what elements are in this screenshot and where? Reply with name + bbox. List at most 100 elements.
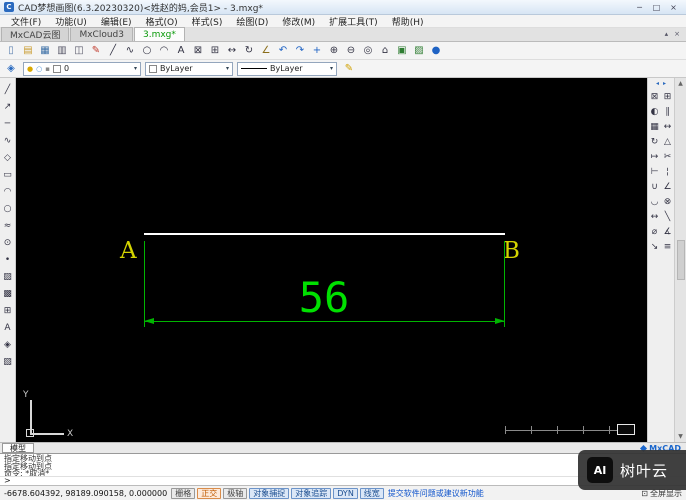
panel-collapse-left-icon[interactable]: ◂ [656,80,659,89]
scroll-up-icon[interactable]: ▲ [678,80,683,87]
draw-tool-point[interactable]: • [1,253,14,266]
toolbar-icon-viewport[interactable]: ▣ [394,43,410,58]
draw-tool-polyline[interactable]: ∿ [1,134,14,147]
drawing-canvas[interactable]: A B 56 Y X [16,78,647,442]
color-dropdown[interactable]: ByLayer ▾ [145,61,233,76]
draw-tool-circle[interactable]: ○ [1,202,14,215]
linetype-dropdown[interactable]: ByLayer ▾ [237,61,337,76]
document-tab-3mxg[interactable]: 3.mxg* [134,27,185,41]
modify-tool-scale[interactable]: △ [662,136,674,148]
modify-tool-break[interactable]: ¦ [662,166,674,178]
draw-tool-region[interactable]: ▩ [1,287,14,300]
draw-tool-mtext[interactable]: A [1,321,14,334]
toolbar-icon-save[interactable]: ▦ [37,43,53,58]
minimize-button[interactable]: ─ [631,1,648,13]
menu-item[interactable]: 样式(S) [185,15,230,28]
modify-tool-stretch[interactable]: ↦ [649,151,661,163]
status-toggle-otrack[interactable]: 对象追踪 [291,487,332,499]
draw-tool-arc[interactable]: ◠ [1,185,14,198]
menu-item[interactable]: 扩展工具(T) [322,15,385,28]
toolbar-icon-print-preview[interactable]: ◫ [71,43,87,58]
panel-scrollbar[interactable]: ▲ ▼ [674,78,686,442]
modify-tool-dim-radius[interactable]: ⌀ [649,226,661,238]
draworder-pencil-icon[interactable]: ✎ [341,61,357,76]
modify-tool-move[interactable]: ↔ [662,121,674,133]
panel-collapse-right-icon[interactable]: ▸ [663,80,666,89]
menu-item[interactable]: 文件(F) [4,15,48,28]
draw-tool-ellipse[interactable]: ⊙ [1,236,14,249]
collapse-tabs-icon[interactable]: ▴ [665,30,669,38]
toolbar-icon-circle[interactable]: ○ [139,43,155,58]
toolbar-icon-print[interactable]: ▥ [54,43,70,58]
document-tab-mxcad-cloud[interactable]: MxCAD云图 [1,27,70,41]
status-toggle-grid[interactable]: 栅格 [171,487,196,499]
modify-tool-dim-linear[interactable]: ↔ [649,211,661,223]
modify-tool-fillet[interactable]: ◡ [649,196,661,208]
toolbar-icon-cloud-sync[interactable]: ● [428,43,444,58]
toolbar-icon-text[interactable]: A [173,43,189,58]
scroll-down-icon[interactable]: ▼ [678,433,683,440]
toolbar-icon-zoom-extents[interactable]: ◎ [360,43,376,58]
feedback-link[interactable]: 提交软件问题或建议新功能 [388,488,484,499]
toolbar-icon-line[interactable]: ╱ [105,43,121,58]
draw-tool-construction-line[interactable]: ─ [1,117,14,130]
toolbar-icon-erase[interactable]: ⊠ [190,43,206,58]
toolbar-icon-image-insert[interactable]: ▨ [411,43,427,58]
toolbar-icon-redo[interactable]: ↷ [292,43,308,58]
menu-item[interactable]: 编辑(E) [94,15,139,28]
toolbar-icon-arc[interactable]: ◠ [156,43,172,58]
status-toggle-polar[interactable]: 极轴 [223,487,248,499]
modify-tool-chamfer[interactable]: ∠ [662,181,674,193]
modify-tool-dim-style[interactable]: ≡ [662,241,674,253]
toolbar-icon-open[interactable]: ▤ [20,43,36,58]
modify-tool-offset[interactable]: ∥ [662,106,674,118]
modify-tool-dim-angular[interactable]: ∡ [662,226,674,238]
menu-item[interactable]: 绘图(D) [229,15,275,28]
modify-tool-leader[interactable]: ↘ [649,241,661,253]
modify-tool-mirror[interactable]: ◐ [649,106,661,118]
modify-tool-copy[interactable]: ⊞ [662,91,674,103]
toolbar-icon-new[interactable]: ▯ [3,43,19,58]
scrollbar-thumb[interactable] [676,240,685,280]
toolbar-icon-rotate[interactable]: ↻ [241,43,257,58]
draw-tool-table[interactable]: ⊞ [1,304,14,317]
menu-item[interactable]: 帮助(H) [385,15,431,28]
status-toggle-osnap[interactable]: 对象捕捉 [249,487,290,499]
draw-tool-line[interactable]: ╱ [1,83,14,96]
toolbar-icon-undo[interactable]: ↶ [275,43,291,58]
menu-item[interactable]: 格式(O) [139,15,185,28]
maximize-button[interactable]: □ [648,1,665,13]
toolbar-icon-zoom-out[interactable]: ⊖ [343,43,359,58]
modify-tool-rotate[interactable]: ↻ [649,136,661,148]
close-tab-icon[interactable]: × [674,30,680,38]
draw-tool-polygon[interactable]: ◇ [1,151,14,164]
layers-palette-icon[interactable]: ◈ [3,61,19,76]
modify-tool-dim-aligned[interactable]: ╲ [662,211,674,223]
toolbar-icon-format-brush[interactable]: ✎ [88,43,104,58]
status-toggle-dyn[interactable]: DYN [333,487,358,499]
toolbar-icon-copy[interactable]: ⊞ [207,43,223,58]
close-button[interactable]: × [665,1,682,13]
toolbar-icon-named-views[interactable]: ⌂ [377,43,393,58]
toolbar-icon-move[interactable]: ↔ [224,43,240,58]
status-toggle-ortho[interactable]: 正交 [197,487,222,499]
modify-tool-explode[interactable]: ⊗ [662,196,674,208]
draw-tool-image-attach[interactable]: ▧ [1,355,14,368]
modify-tool-array[interactable]: ▦ [649,121,661,133]
modify-tool-erase[interactable]: ⊠ [649,91,661,103]
document-tab-mxcloud3[interactable]: MxCloud3 [70,27,133,41]
status-toggle-lineweight[interactable]: 线宽 [359,487,384,499]
modify-tool-trim[interactable]: ✂ [662,151,674,163]
modify-tool-extend[interactable]: ⊢ [649,166,661,178]
menu-item[interactable]: 功能(U) [48,15,94,28]
draw-tool-ray[interactable]: ↗ [1,100,14,113]
layer-dropdown[interactable]: ● ○ ▪ 0 ▾ [23,61,141,76]
toolbar-icon-zoom-in[interactable]: ⊕ [326,43,342,58]
draw-tool-hatch[interactable]: ▨ [1,270,14,283]
draw-tool-rectangle[interactable]: ▭ [1,168,14,181]
tab-model[interactable]: 模型 [2,443,34,453]
menu-item[interactable]: 修改(M) [275,15,322,28]
toolbar-icon-pan[interactable]: + [309,43,325,58]
draw-tool-block-insert[interactable]: ◈ [1,338,14,351]
draw-tool-spline[interactable]: ≈ [1,219,14,232]
